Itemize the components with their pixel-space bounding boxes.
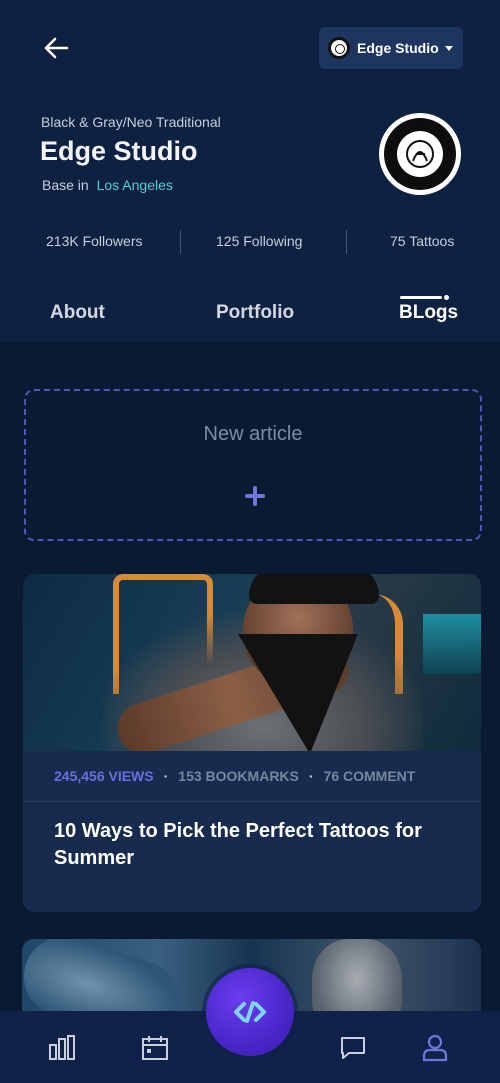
nav-profile[interactable] bbox=[420, 1033, 450, 1063]
studio-logo-emblem bbox=[397, 131, 443, 177]
nav-messages[interactable] bbox=[338, 1033, 368, 1063]
nav-stats[interactable] bbox=[47, 1033, 77, 1063]
tattoo-emblem-icon bbox=[406, 140, 434, 168]
calendar-icon bbox=[142, 1036, 168, 1060]
meta-separator: · bbox=[163, 768, 169, 784]
tab-portfolio[interactable]: Portfolio bbox=[216, 302, 294, 324]
chat-bubble-icon bbox=[341, 1037, 365, 1059]
profile-tabs: About Portfolio BLogs bbox=[0, 295, 500, 332]
studio-style: Black & Gray/Neo Traditional bbox=[41, 114, 221, 130]
tattoos-count[interactable]: 75 Tattoos bbox=[390, 233, 454, 249]
center-action-button[interactable] bbox=[206, 968, 294, 1056]
card-divider bbox=[23, 801, 481, 802]
article-title[interactable]: 10 Ways to Pick the Perfect Tattoos for … bbox=[54, 818, 434, 872]
page-title: Edge Studio bbox=[40, 136, 198, 166]
article-comments: 76 COMMENT bbox=[323, 768, 416, 784]
studio-mini-logo bbox=[328, 37, 350, 59]
stats-divider bbox=[180, 230, 181, 254]
following-count[interactable]: 125 Following bbox=[216, 233, 302, 249]
active-tab-indicator bbox=[400, 295, 449, 300]
tab-blogs[interactable]: BLogs bbox=[399, 302, 458, 324]
nav-calendar[interactable] bbox=[140, 1033, 170, 1063]
stats-divider bbox=[346, 230, 347, 254]
studio-logo bbox=[379, 113, 461, 195]
arrow-left-icon bbox=[44, 37, 69, 59]
link-code-icon bbox=[234, 1001, 266, 1023]
profile-stats: 213K Followers 125 Following 75 Tattoos bbox=[0, 230, 500, 254]
location-city-link[interactable]: Los Angeles bbox=[97, 177, 173, 193]
bar-chart-icon bbox=[49, 1035, 75, 1060]
new-article-button[interactable]: New article bbox=[24, 389, 482, 541]
location-prefix: Base in bbox=[42, 177, 89, 193]
studio-location: Base in Los Angeles bbox=[42, 177, 173, 193]
studio-logo-ring bbox=[384, 118, 456, 190]
plus-icon bbox=[245, 486, 265, 506]
tab-about[interactable]: About bbox=[50, 302, 105, 324]
article-bookmarks: 153 BOOKMARKS bbox=[178, 768, 299, 784]
studio-selector[interactable]: Edge Studio bbox=[319, 27, 463, 69]
article-card[interactable]: 245,456 VIEWS · 153 BOOKMARKS · 76 COMME… bbox=[23, 574, 481, 912]
article-stats: 245,456 VIEWS · 153 BOOKMARKS · 76 COMME… bbox=[23, 751, 481, 801]
chevron-down-icon bbox=[444, 45, 453, 51]
new-article-label: New article bbox=[203, 423, 303, 445]
article-views: 245,456 VIEWS bbox=[54, 768, 154, 784]
user-icon bbox=[422, 1034, 448, 1062]
meta-separator: · bbox=[308, 768, 314, 784]
back-button[interactable] bbox=[40, 32, 72, 64]
followers-count[interactable]: 213K Followers bbox=[46, 233, 143, 249]
profile-header: Edge Studio Black & Gray/Neo Traditional… bbox=[0, 0, 500, 342]
article-cover-image bbox=[23, 574, 481, 751]
studio-selector-label: Edge Studio bbox=[357, 40, 439, 56]
